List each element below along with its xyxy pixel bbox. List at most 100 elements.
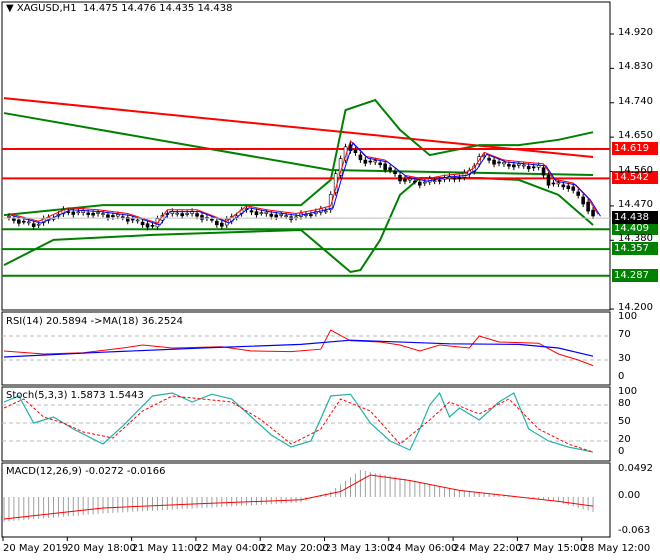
candle-body: [452, 177, 457, 180]
candle-body: [368, 160, 373, 163]
candle-body: [91, 212, 95, 216]
candle-body: [581, 196, 585, 205]
candle-body: [71, 211, 76, 215]
fast-ma-red: [8, 140, 599, 224]
candle-body: [576, 191, 581, 196]
ma-green-line: [3, 112, 594, 176]
candle-body: [279, 213, 284, 216]
candle-body: [393, 171, 397, 175]
macd-axis-label: 0.00: [618, 490, 641, 501]
candle-body: [358, 154, 363, 161]
candle-body: [76, 211, 81, 214]
candle-body: [36, 223, 41, 226]
candle-body: [586, 201, 590, 212]
candle-body: [422, 181, 427, 184]
candle-body: [254, 211, 259, 216]
price-axis-label: 14.470: [618, 198, 653, 210]
rsi-axis-label: 100: [618, 311, 638, 322]
candle-body: [145, 223, 150, 228]
candle-body: [210, 218, 214, 221]
candle-body: [200, 215, 204, 220]
candle-body: [259, 212, 264, 214]
time-axis-label: 20 May 2019: [3, 543, 69, 554]
candle-body: [497, 161, 501, 164]
candle-body: [264, 211, 269, 214]
candle-body: [121, 216, 125, 219]
price-axis-label: 14.650: [618, 130, 653, 142]
candle-body: [96, 212, 100, 214]
candle-body: [536, 165, 541, 168]
candle-body: [135, 219, 140, 222]
candle-body: [116, 214, 120, 217]
time-axis-label: 23 May 13:00: [324, 543, 394, 554]
candle-body: [140, 221, 145, 226]
candle-body: [249, 210, 254, 213]
candle-body: [457, 177, 462, 180]
candle-body: [516, 163, 521, 166]
rsi-ma-line: [3, 339, 594, 358]
macd-signal-line: [3, 474, 594, 520]
candle-body: [26, 221, 31, 224]
candle-body: [526, 165, 531, 170]
candle-body: [512, 164, 516, 168]
stoch-axis-label: 80: [618, 398, 631, 409]
candle-body: [353, 149, 358, 154]
candle-body: [551, 182, 556, 185]
candle-body: [561, 184, 566, 188]
price-axis-label: 14.380: [618, 233, 653, 245]
rsi-axis-label: 30: [618, 353, 631, 364]
candle-body: [492, 159, 496, 165]
stoch-label: Stoch(5,3,3) 1.5873 1.5443: [6, 390, 144, 401]
candle-body: [185, 213, 189, 215]
candle-body: [175, 212, 180, 215]
candle-body: [81, 210, 85, 213]
macd-axis-label: -0.063: [618, 524, 651, 536]
candle-body: [323, 210, 328, 213]
candle-body: [274, 214, 279, 218]
candle-body: [413, 180, 417, 183]
candle-body: [437, 179, 442, 182]
candle-body: [17, 219, 21, 224]
candle-body: [150, 225, 155, 227]
macd-label: MACD(12,26,9) -0.0272 -0.0166: [6, 466, 166, 477]
bollinger-upper-band: [3, 98, 594, 217]
time-axis-label: 24 May 06:00: [388, 543, 458, 554]
stoch-signal-line: [3, 395, 594, 453]
current-price-tag: 14.438: [612, 211, 658, 225]
candle-body: [86, 212, 90, 215]
time-axis-label: 21 May 11:00: [131, 543, 201, 554]
price-axis-label: 14.920: [618, 27, 653, 38]
candle-body: [408, 178, 412, 181]
candle-body: [531, 166, 536, 169]
time-axis-label: 28 May 12:00: [581, 543, 651, 554]
stoch-axis-label: 50: [618, 416, 631, 427]
candle-body: [130, 218, 135, 221]
candle-body: [541, 167, 546, 176]
candle-body: [502, 162, 506, 165]
rsi-label: RSI(14) 20.5894 ->MA(18) 36.2524: [6, 316, 183, 327]
chart-window[interactable]: ▼ XAGUSD,H1 14.475 14.476 14.435 14.438 …: [0, 0, 660, 560]
candle-body: [363, 159, 368, 164]
candle-body: [215, 220, 219, 226]
candle-body: [566, 185, 571, 190]
stoch-axis-label: 20: [618, 434, 631, 445]
time-axis-label: 27 May 15:00: [517, 543, 586, 554]
stoch-axis-label: 0: [618, 446, 625, 457]
level-price-tag: 14.287: [612, 268, 658, 282]
candle-body: [195, 213, 199, 217]
candle-body: [7, 216, 11, 218]
candle-body: [556, 182, 561, 185]
candle-body: [388, 167, 392, 171]
candle-body: [591, 209, 595, 217]
time-axis-label: 20 May 18:00: [67, 543, 136, 554]
candle-body: [269, 213, 274, 217]
candle-body: [284, 215, 288, 217]
dropdown-triangle-icon[interactable]: ▼: [6, 3, 17, 14]
ohlc-values: 14.475 14.476 14.435 14.438: [82, 3, 233, 14]
bollinger-lower-band: [3, 177, 594, 274]
candle-body: [546, 175, 551, 186]
time-axis-label: 24 May 22:00: [453, 543, 522, 554]
candle-body: [507, 164, 511, 167]
price-axis-label: 14.830: [618, 61, 653, 73]
level-price-tag: 14.619: [612, 141, 658, 155]
